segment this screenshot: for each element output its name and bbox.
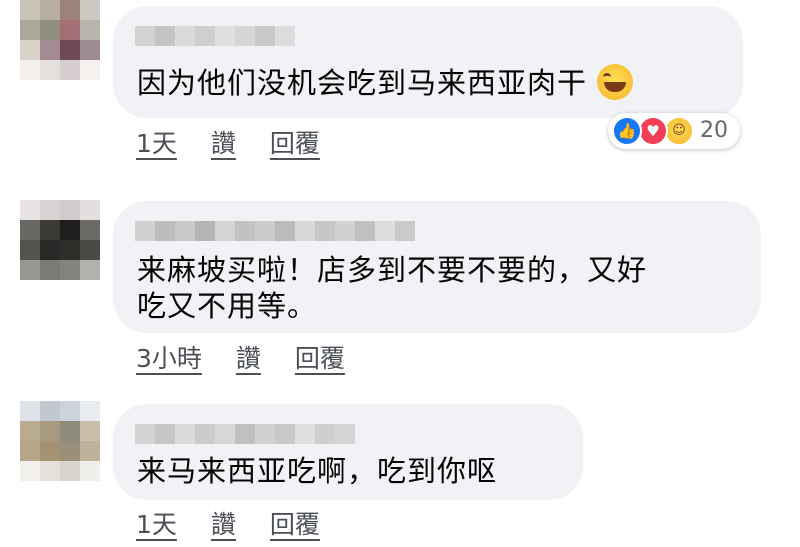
comment-text: 来马来西亚吃啊，吃到你呕 bbox=[137, 454, 498, 488]
timestamp-link[interactable]: 1天 bbox=[136, 505, 177, 541]
reply-link[interactable]: 回覆 bbox=[270, 505, 320, 541]
like-link[interactable]: 讚 bbox=[236, 339, 261, 375]
reaction-summary[interactable]: 👍 ♥ ☺ 20 bbox=[608, 113, 740, 149]
reply-link[interactable]: 回覆 bbox=[295, 339, 345, 375]
like-icon: 👍 bbox=[612, 116, 642, 146]
author-name-blurred[interactable] bbox=[135, 221, 415, 241]
timestamp-link[interactable]: 3小時 bbox=[136, 339, 202, 375]
timestamp-link[interactable]: 1天 bbox=[136, 124, 177, 160]
love-icon: ♥ bbox=[638, 116, 668, 146]
avatar[interactable] bbox=[20, 200, 100, 280]
comment-text: 因为他们没机会吃到马来西亚肉干 bbox=[137, 62, 634, 104]
like-link[interactable]: 讚 bbox=[211, 505, 236, 541]
comment-bubble: 来麻坡买啦！店多到不要不要的，又好 吃又不用等。 bbox=[113, 201, 761, 333]
comment-bubble: 来马来西亚吃啊，吃到你呕 bbox=[113, 404, 583, 500]
haha-icon: ☺ bbox=[664, 116, 694, 146]
comment-bubble: 因为他们没机会吃到马来西亚肉干 bbox=[113, 6, 743, 118]
comment-text-line-2: 吃又不用等。 bbox=[137, 289, 318, 323]
like-link[interactable]: 讚 bbox=[211, 124, 236, 160]
author-name-blurred[interactable] bbox=[135, 424, 355, 444]
comment-actions: 3小時 讚 回覆 bbox=[136, 339, 345, 375]
comment-actions: 1天 讚 回覆 bbox=[136, 124, 320, 160]
reply-link[interactable]: 回覆 bbox=[270, 124, 320, 160]
reaction-count: 20 bbox=[700, 118, 728, 143]
avatar[interactable] bbox=[20, 0, 100, 80]
laughing-tears-emoji-icon bbox=[597, 64, 634, 100]
comment-actions: 1天 讚 回覆 bbox=[136, 505, 320, 541]
author-name-blurred[interactable] bbox=[135, 26, 295, 46]
avatar[interactable] bbox=[20, 401, 100, 481]
